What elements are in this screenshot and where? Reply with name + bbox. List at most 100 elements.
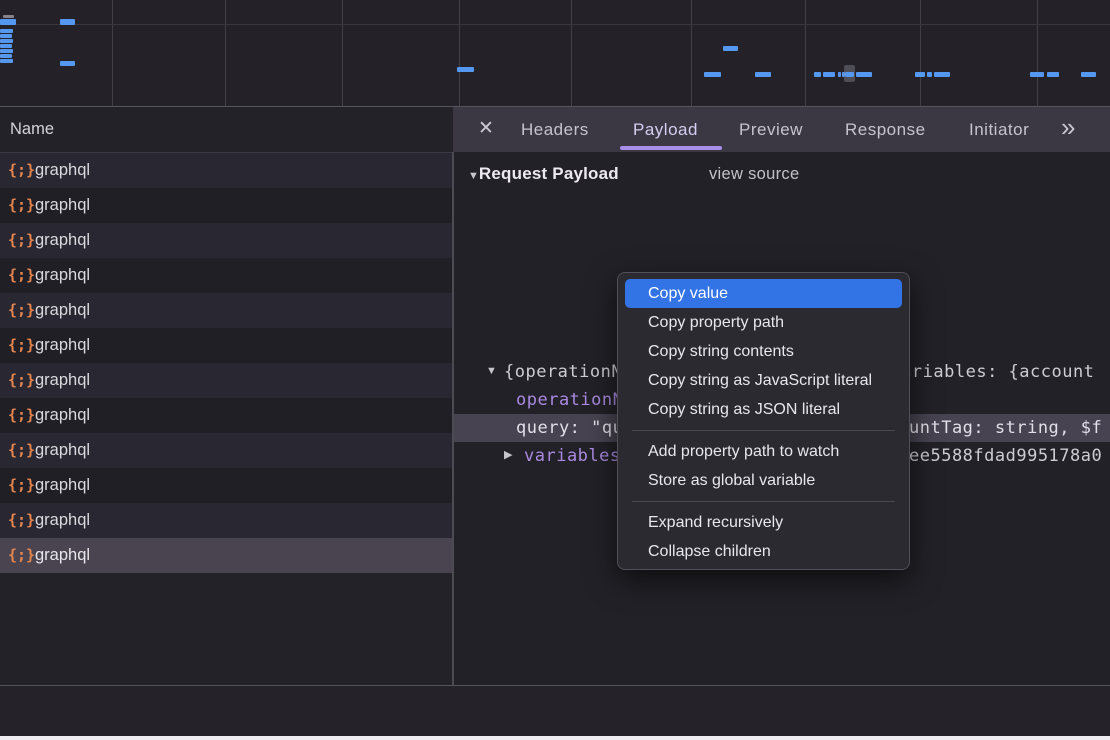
fetch-braces-icon: {;} [8,398,35,433]
expand-triangle-icon[interactable]: ▶ [504,442,512,470]
waterfall-request-bar[interactable] [845,72,854,77]
variables-key: variables [524,442,621,470]
fetch-braces-icon: {;} [8,153,35,188]
status-footer [0,685,1110,737]
waterfall-request-bar[interactable] [0,54,12,58]
fetch-braces-icon: {;} [8,293,35,328]
request-name: graphql [35,433,90,468]
request-row[interactable]: {;}graphql [0,328,453,363]
waterfall-request-bar[interactable] [1030,72,1044,77]
timeline-gridline [805,0,806,106]
menu-item-add-property-path-to-watch[interactable]: Add property path to watch [625,437,902,466]
request-payload-header[interactable]: ▼Request Payload [468,163,619,185]
waterfall-request-bar[interactable] [927,72,932,77]
request-name: graphql [35,363,90,398]
network-overview-timeline[interactable] [0,0,1110,107]
timeline-gridline [112,0,113,106]
tab-payload[interactable]: Payload [633,107,698,152]
overflow-tabs-icon[interactable]: » [1061,106,1075,151]
waterfall-request-bar[interactable] [915,72,925,77]
menu-item-copy-string-as-json-literal[interactable]: Copy string as JSON literal [625,395,902,424]
menu-item-expand-recursively[interactable]: Expand recursively [625,508,902,537]
menu-separator [632,430,895,431]
close-icon[interactable]: ✕ [475,107,497,152]
devtools-network-panel: Name ✕ » Headers Payload Preview Response In… [0,0,1110,740]
request-name: graphql [35,538,90,573]
request-row[interactable]: {;}graphql [0,188,453,223]
expand-triangle-icon[interactable]: ▼ [486,358,497,386]
tab-initiator[interactable]: Initiator [969,107,1029,152]
context-menu: Copy valueCopy property pathCopy string … [617,272,910,570]
waterfall-request-bar[interactable] [3,15,14,18]
waterfall-request-bar[interactable] [0,19,16,25]
menu-item-copy-property-path[interactable]: Copy property path [625,308,902,337]
request-row[interactable]: {;}graphql [0,468,453,503]
waterfall-request-bar[interactable] [60,19,75,25]
request-row[interactable]: {;}graphql [0,293,453,328]
waterfall-request-bar[interactable] [856,72,872,77]
request-payload-title: Request Payload [479,164,619,183]
fetch-braces-icon: {;} [8,188,35,223]
request-row[interactable]: {;}graphql [0,363,453,398]
waterfall-request-bar[interactable] [934,72,950,77]
request-name: graphql [35,468,90,503]
fetch-braces-icon: {;} [8,328,35,363]
menu-item-copy-string-as-javascript-literal[interactable]: Copy string as JavaScript literal [625,366,902,395]
fetch-braces-icon: {;} [8,223,35,258]
waterfall-request-bar[interactable] [723,46,738,51]
fetch-braces-icon: {;} [8,363,35,398]
menu-item-copy-value[interactable]: Copy value [625,279,902,308]
waterfall-request-bar[interactable] [0,59,13,63]
waterfall-request-bar[interactable] [755,72,771,77]
waterfall-request-bar[interactable] [823,72,835,77]
waterfall-request-bar[interactable] [0,34,12,38]
request-name: graphql [35,153,90,188]
timeline-gridline [1037,0,1038,106]
request-name: graphql [35,223,90,258]
timeline-gridline [225,0,226,106]
request-name: graphql [35,188,90,223]
tab-preview[interactable]: Preview [739,107,803,152]
query-text-right: untTag: string, $f [909,414,1102,442]
request-row[interactable]: {;}graphql [0,258,453,293]
waterfall-request-bar[interactable] [838,72,841,77]
waterfall-request-bar[interactable] [704,72,721,77]
name-column-label: Name [10,107,54,152]
request-name: graphql [35,503,90,538]
request-row[interactable]: {;}graphql [0,223,453,258]
timeline-row-divider [0,24,1110,25]
waterfall-request-bar[interactable] [0,44,12,48]
request-row[interactable]: {;}graphql [0,503,453,538]
waterfall-request-bar[interactable] [60,61,75,66]
waterfall-request-bar[interactable] [0,29,13,33]
waterfall-request-bar[interactable] [1081,72,1096,77]
waterfall-request-bar[interactable] [457,67,474,72]
timeline-gridline [691,0,692,106]
name-column-header[interactable]: Name [0,107,453,153]
window-bottom-edge [0,736,1110,740]
menu-item-collapse-children[interactable]: Collapse children [625,537,902,566]
waterfall-request-bar[interactable] [0,49,13,53]
request-row[interactable]: {;}graphql [0,153,453,188]
waterfall-request-bar[interactable] [0,39,13,43]
menu-item-store-as-global-variable[interactable]: Store as global variable [625,466,902,495]
timeline-gridline [571,0,572,106]
request-row[interactable]: {;}graphql [0,538,453,573]
collapse-triangle-icon[interactable]: ▼ [468,170,479,182]
fetch-braces-icon: {;} [8,503,35,538]
waterfall-request-bar[interactable] [814,72,821,77]
timeline-gridline [342,0,343,106]
tab-headers[interactable]: Headers [521,107,589,152]
request-name: graphql [35,398,90,433]
request-list: {;}graphql{;}graphql{;}graphql{;}graphql… [0,153,453,685]
request-name: graphql [35,328,90,363]
fetch-braces-icon: {;} [8,258,35,293]
request-row[interactable]: {;}graphql [0,433,453,468]
tab-response[interactable]: Response [845,107,926,152]
waterfall-request-bar[interactable] [1047,72,1059,77]
timeline-gridline [920,0,921,106]
view-source-link[interactable]: view source [709,163,799,185]
request-row[interactable]: {;}graphql [0,398,453,433]
fetch-braces-icon: {;} [8,538,35,573]
menu-item-copy-string-contents[interactable]: Copy string contents [625,337,902,366]
